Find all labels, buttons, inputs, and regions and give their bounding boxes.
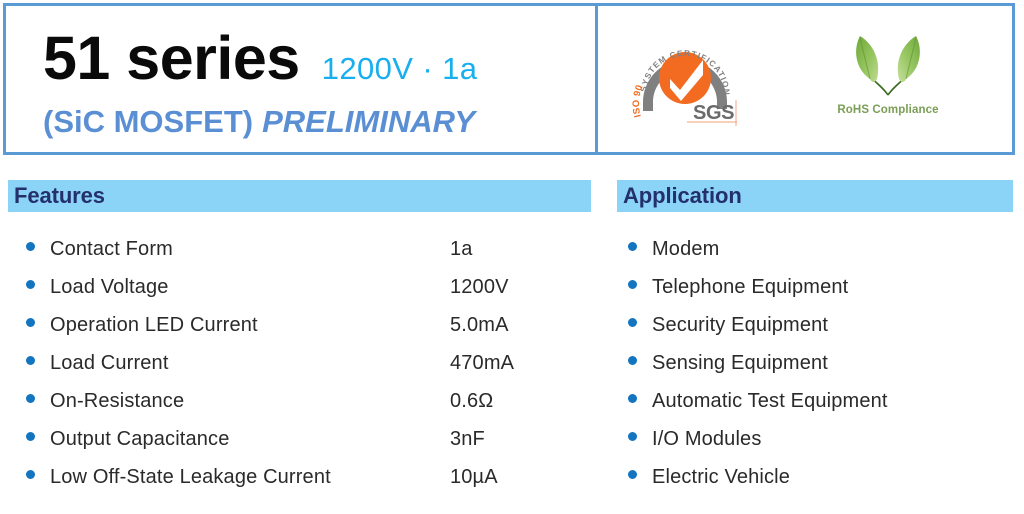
product-technology-label: (SiC MOSFET) xyxy=(43,104,254,139)
application-list: Modem Telephone Equipment Security Equip… xyxy=(628,238,1018,504)
bullet-icon xyxy=(628,242,637,251)
feature-label: Low Off-State Leakage Current xyxy=(50,466,331,488)
feature-value: 470mA xyxy=(450,352,515,374)
application-label: Automatic Test Equipment xyxy=(652,390,888,412)
list-item: Load Voltage 1200V xyxy=(26,276,586,314)
bullet-icon xyxy=(628,470,637,479)
feature-value: 10µA xyxy=(450,466,498,488)
product-title-panel: 51 series 1200V · 1a (SiC MOSFET) PRELIMI… xyxy=(6,6,598,152)
subtitle-row: (SiC MOSFET) PRELIMINARY xyxy=(43,106,475,137)
status-badge: PRELIMINARY xyxy=(262,104,476,139)
page-title: 51 series xyxy=(43,24,300,92)
application-heading: Application xyxy=(623,183,742,208)
list-item: Low Off-State Leakage Current 10µA xyxy=(26,466,586,504)
application-label: Sensing Equipment xyxy=(652,352,828,374)
features-section-header: Features xyxy=(8,180,591,212)
bullet-icon xyxy=(628,394,637,403)
bullet-icon xyxy=(628,318,637,327)
list-item: Automatic Test Equipment xyxy=(628,390,1018,428)
feature-label: Operation LED Current xyxy=(50,314,258,336)
feature-label: Contact Form xyxy=(50,238,173,260)
feature-value: 3nF xyxy=(450,428,485,450)
feature-value: 1a xyxy=(450,238,473,260)
certification-panel: SYSTEM CERTIFICATION ISO 9001:2000 SGS xyxy=(598,6,1012,152)
bullet-icon xyxy=(628,356,637,365)
list-item: Electric Vehicle xyxy=(628,466,1018,504)
bullet-icon xyxy=(26,432,35,441)
sgs-iso-certification-icon: SYSTEM CERTIFICATION ISO 9001:2000 SGS xyxy=(626,23,741,127)
title-row: 51 series 1200V · 1a xyxy=(43,28,477,89)
feature-label: Load Current xyxy=(50,352,169,374)
list-item: Load Current 470mA xyxy=(26,352,586,390)
list-item: Contact Form 1a xyxy=(26,238,586,276)
rohs-compliance-icon: RoHS Compliance xyxy=(829,33,947,125)
list-item: Operation LED Current 5.0mA xyxy=(26,314,586,352)
bullet-icon xyxy=(26,470,35,479)
bullet-icon xyxy=(26,280,35,289)
application-label: Security Equipment xyxy=(652,314,829,336)
feature-value: 1200V xyxy=(450,276,509,298)
bullet-icon xyxy=(26,394,35,403)
product-rating-spec: 1200V · 1a xyxy=(321,51,478,86)
feature-label: Load Voltage xyxy=(50,276,169,298)
svg-text:ISO 9001:2000: ISO 9001:2000 xyxy=(629,31,645,118)
rohs-label: RoHS Compliance xyxy=(837,104,939,116)
features-heading: Features xyxy=(14,183,105,208)
application-label: Telephone Equipment xyxy=(652,276,849,298)
features-list: Contact Form 1a Load Voltage 1200V Opera… xyxy=(26,238,586,504)
application-label: Electric Vehicle xyxy=(652,466,791,488)
svg-text:SGS: SGS xyxy=(693,102,734,124)
bullet-icon xyxy=(26,318,35,327)
list-item: Sensing Equipment xyxy=(628,352,1018,390)
list-item: Telephone Equipment xyxy=(628,276,1018,314)
list-item: Output Capacitance 3nF xyxy=(26,428,586,466)
feature-value: 5.0mA xyxy=(450,314,509,336)
application-section-header: Application xyxy=(617,180,1013,212)
bullet-icon xyxy=(26,356,35,365)
bullet-icon xyxy=(628,280,637,289)
application-label: I/O Modules xyxy=(652,428,762,450)
bullet-icon xyxy=(628,432,637,441)
list-item: Security Equipment xyxy=(628,314,1018,352)
feature-value: 0.6Ω xyxy=(450,390,494,412)
feature-label: On-Resistance xyxy=(50,390,185,412)
header-band: 51 series 1200V · 1a (SiC MOSFET) PRELIMI… xyxy=(3,3,1015,155)
bullet-icon xyxy=(26,242,35,251)
list-item: On-Resistance 0.6Ω xyxy=(26,390,586,428)
feature-label: Output Capacitance xyxy=(50,428,230,450)
list-item: Modem xyxy=(628,238,1018,276)
list-item: I/O Modules xyxy=(628,428,1018,466)
certification-logo-area: SYSTEM CERTIFICATION ISO 9001:2000 SGS xyxy=(598,6,1012,152)
application-label: Modem xyxy=(652,238,720,260)
